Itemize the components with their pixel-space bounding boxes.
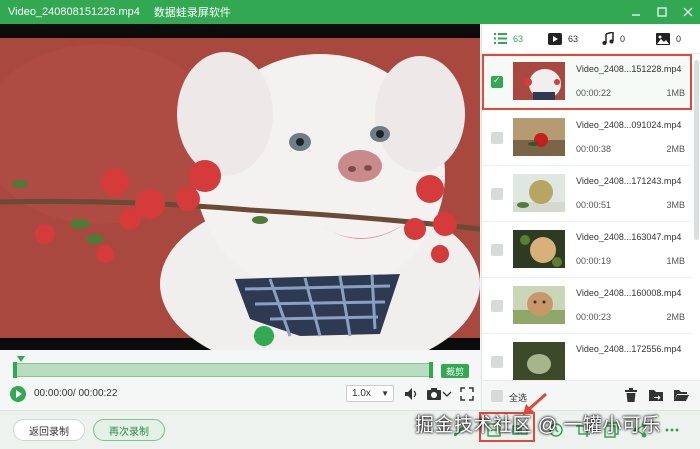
- music-icon: [602, 32, 614, 45]
- item-size: 1MB: [666, 256, 685, 266]
- list-item[interactable]: Video_2408...160008.mp4 00:00:23 2MB: [482, 278, 692, 334]
- player-controls: 00:00:00/ 00:00:22 1.0x ▼: [0, 380, 480, 408]
- item-thumbnail: [513, 286, 565, 324]
- list-item[interactable]: Video_2408...091024.mp4 00:00:38 2MB: [482, 110, 692, 166]
- tab-count: 63: [513, 33, 524, 44]
- list-item[interactable]: Video_2408...163047.mp4 00:00:19 1MB: [482, 222, 692, 278]
- tab-audio[interactable]: 0: [602, 32, 644, 45]
- item-thumbnail: [513, 118, 565, 156]
- video-preview[interactable]: [0, 24, 480, 350]
- recording-list: Video_2408...151228.mp4 00:00:22 1MB Vid…: [482, 54, 692, 380]
- tab-count: 0: [676, 33, 682, 44]
- item-duration: 00:00:19: [576, 256, 612, 266]
- item-thumbnail: [513, 230, 565, 268]
- tab-image[interactable]: 0: [656, 32, 698, 45]
- item-filename: Video_2408...172556.mp4: [576, 344, 682, 354]
- app-window: Video_240808151228.mp4 数据蛙录屏软件 裁剪 00:00:…: [0, 0, 700, 449]
- watermark-text: 掘金技术社区 @ 一罐小可乐: [415, 415, 661, 436]
- tab-all[interactable]: 63: [494, 33, 536, 44]
- item-size: 1MB: [666, 88, 685, 98]
- app-name: 数据蛙录屏软件: [153, 7, 231, 19]
- list-icon: [494, 33, 507, 44]
- chevron-down-icon[interactable]: [442, 385, 452, 403]
- media-tabs: 63 63 0 0: [482, 24, 700, 54]
- item-checkbox[interactable]: [491, 75, 503, 88]
- item-thumbnail: [513, 174, 565, 212]
- video-icon: [548, 32, 562, 45]
- list-scrollbar[interactable]: [694, 60, 699, 240]
- play-button[interactable]: [10, 386, 26, 402]
- window-title: Video_240808151228.mp4: [8, 6, 140, 18]
- title-bar: Video_240808151228.mp4 数据蛙录屏软件: [0, 0, 700, 24]
- tab-count: 63: [568, 33, 579, 44]
- item-thumbnail: [513, 342, 565, 380]
- item-duration: 00:00:51: [576, 200, 612, 210]
- maximize-icon[interactable]: [656, 6, 668, 18]
- item-checkbox[interactable]: [491, 244, 503, 256]
- fullscreen-icon[interactable]: [458, 385, 476, 403]
- minimize-icon[interactable]: [630, 6, 642, 18]
- item-checkbox[interactable]: [491, 188, 503, 200]
- item-filename: Video_2408...160008.mp4: [576, 288, 682, 298]
- camera-icon[interactable]: [425, 385, 443, 403]
- item-checkbox[interactable]: [491, 356, 503, 368]
- item-duration: 00:00:23: [576, 312, 612, 322]
- item-filename: Video_2408...163047.mp4: [576, 232, 682, 242]
- time-display: 00:00:00/ 00:00:22: [34, 388, 118, 399]
- item-filename: Video_2408...151228.mp4: [576, 64, 682, 74]
- cut-button[interactable]: 裁剪: [441, 364, 469, 378]
- item-checkbox[interactable]: [491, 300, 503, 312]
- video-frame-image: [0, 24, 480, 350]
- back-to-record-button[interactable]: 返回录制: [13, 419, 85, 441]
- item-filename: Video_2408...171243.mp4: [576, 176, 682, 186]
- item-size: 2MB: [666, 144, 685, 154]
- item-checkbox[interactable]: [491, 132, 503, 144]
- recordings-sidebar: 63 63 0 0 Video_2408...151228.mp4: [481, 24, 700, 410]
- chevron-down-icon: ▼: [381, 389, 389, 398]
- speed-select[interactable]: 1.0x ▼: [346, 385, 394, 402]
- trim-end-handle[interactable]: [429, 362, 433, 378]
- item-duration: 00:00:38: [576, 144, 612, 154]
- timeline-track[interactable]: [13, 362, 433, 378]
- list-item[interactable]: Video_2408...151228.mp4 00:00:22 1MB: [482, 54, 692, 110]
- timeline: 裁剪: [0, 350, 480, 380]
- item-duration: 00:00:22: [576, 88, 612, 98]
- tab-video[interactable]: 63: [548, 32, 590, 45]
- item-size: 3MB: [666, 200, 685, 210]
- select-all-checkbox[interactable]: [491, 390, 503, 402]
- list-item[interactable]: Video_2408...171243.mp4 00:00:51 3MB: [482, 166, 692, 222]
- tab-count: 0: [620, 33, 626, 44]
- folder-open-icon[interactable]: [673, 387, 689, 403]
- window-buttons: [630, 0, 694, 24]
- image-icon: [656, 32, 670, 45]
- list-item[interactable]: Video_2408...172556.mp4: [482, 334, 692, 380]
- playhead-marker[interactable]: [17, 356, 25, 362]
- item-thumbnail: [513, 62, 565, 100]
- select-all-bar: 全选: [482, 380, 700, 410]
- trash-icon[interactable]: [623, 387, 639, 403]
- item-size: 2MB: [666, 312, 685, 322]
- speed-value: 1.0x: [352, 388, 371, 399]
- close-icon[interactable]: [682, 6, 694, 18]
- folder-export-icon[interactable]: [648, 387, 664, 403]
- item-filename: Video_2408...091024.mp4: [576, 120, 682, 130]
- volume-icon[interactable]: [402, 385, 420, 403]
- trim-start-handle[interactable]: [13, 362, 17, 378]
- more-icon[interactable]: [664, 422, 680, 438]
- record-again-button[interactable]: 再次录制: [93, 419, 165, 441]
